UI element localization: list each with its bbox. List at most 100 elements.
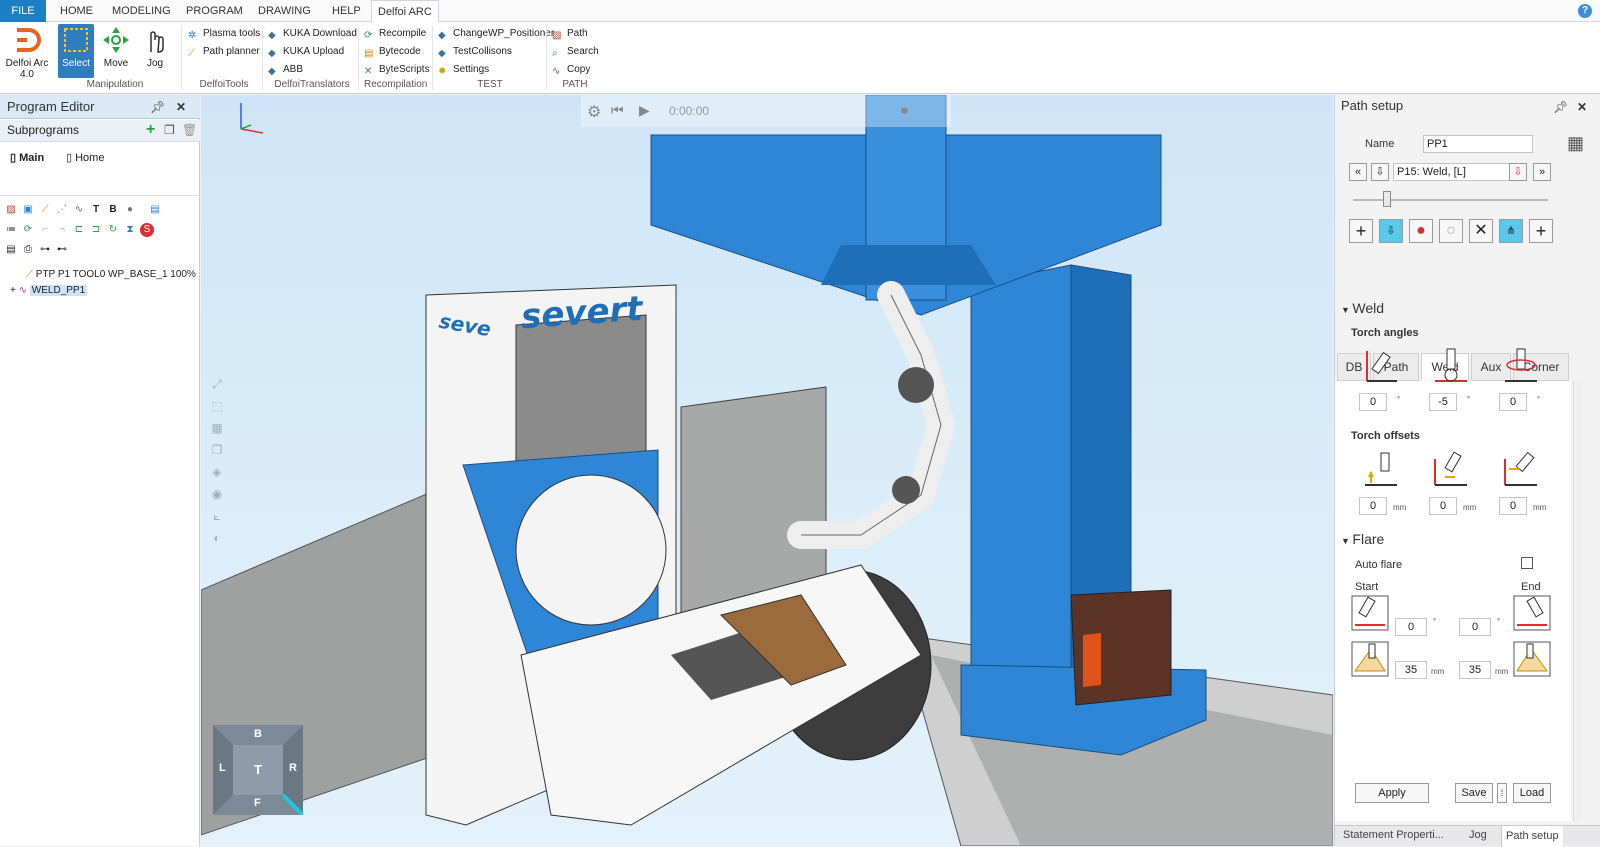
menu-file[interactable]: FILE xyxy=(0,0,46,22)
cube-face-left[interactable]: L xyxy=(219,762,226,774)
navigation-cube[interactable]: B L T R F xyxy=(213,725,305,817)
duplicate-icon[interactable]: ❐ xyxy=(164,123,175,137)
tree-item-ptp[interactable]: ⟋ PTP P1 TOOL0 WP_BASE_1 100% xyxy=(26,269,196,280)
torch-prev-button[interactable]: ⇩ xyxy=(1371,163,1389,181)
select-button[interactable]: Select xyxy=(58,24,94,78)
first-point-button[interactable]: « xyxy=(1349,163,1367,181)
view-copy-icon[interactable]: ❐ xyxy=(207,439,227,461)
close-icon[interactable]: ✕ xyxy=(1577,100,1587,114)
kuka-upload-button[interactable]: ◆ KUKA Upload xyxy=(268,44,344,60)
abb-button[interactable]: ◆ ABB xyxy=(268,62,303,78)
load-button[interactable]: Load xyxy=(1513,783,1551,803)
else-icon[interactable]: ⊐ xyxy=(89,223,103,237)
axis-icon[interactable]: ⟀ xyxy=(207,505,227,527)
tab-path-setup[interactable]: Path setup xyxy=(1501,826,1563,847)
cube-face-bottom[interactable]: F xyxy=(254,797,261,809)
torch-angle-2-field[interactable]: -5 xyxy=(1429,393,1457,411)
path-planner-button[interactable]: ⟋ Path planner xyxy=(188,44,260,60)
flare-start-length-field[interactable]: 35 xyxy=(1395,661,1427,679)
save-options-button[interactable]: ⁞ xyxy=(1497,783,1507,803)
play-icon[interactable]: ▶ xyxy=(639,102,650,119)
close-icon[interactable]: ✕ xyxy=(176,100,186,114)
zoom-window-icon[interactable]: ⬚ xyxy=(207,395,227,417)
pin-icon[interactable]: 📌︎ xyxy=(150,100,165,114)
set-tool-icon[interactable]: T xyxy=(89,203,103,217)
io-icon[interactable]: ⊶ xyxy=(38,243,52,257)
menu-home[interactable]: HOME xyxy=(54,0,99,22)
branch2-icon[interactable]: ¬ xyxy=(55,223,69,237)
color-icon[interactable]: ◐ xyxy=(207,527,227,549)
subprogram-home[interactable]: ▯ Home xyxy=(66,151,104,164)
last-point-button[interactable]: » xyxy=(1533,163,1551,181)
save-button[interactable]: Save xyxy=(1455,783,1493,803)
pin-icon[interactable]: 📌︎ xyxy=(1553,100,1568,114)
settings-icon[interactable]: ⚙ xyxy=(587,102,601,122)
panel-scrollbar[interactable] xyxy=(1573,381,1583,821)
tab-statement-properties[interactable]: Statement Properti... xyxy=(1343,829,1444,841)
torch-toggle-button[interactable]: ⇩ xyxy=(1379,219,1403,243)
record-button[interactable]: ● xyxy=(1409,219,1433,243)
render-icon[interactable]: ◉ xyxy=(207,483,227,505)
branch-icon[interactable]: ⌐ xyxy=(38,223,52,237)
tab-jog[interactable]: Jog xyxy=(1469,829,1487,841)
list-icon[interactable]: ≔ xyxy=(4,223,18,237)
subprogram-main[interactable]: ▯ Main xyxy=(10,151,44,164)
zoom-fit-icon[interactable]: ⤢ xyxy=(207,373,227,395)
lin-icon[interactable]: ⋰ xyxy=(55,203,69,217)
menu-drawing[interactable]: DRAWING xyxy=(252,0,317,22)
repeat-icon[interactable]: ↻ xyxy=(106,223,120,237)
kuka-download-button[interactable]: ◆ KUKA Download xyxy=(268,26,357,42)
recompile-button[interactable]: ⟳ Recompile xyxy=(364,26,426,42)
changewp-positioner-button[interactable]: ◆ ChangeWP_Positioner xyxy=(438,26,554,42)
flare-start-angle-field[interactable]: 0 xyxy=(1395,618,1427,636)
rewind-icon[interactable]: ⏮ xyxy=(611,102,624,119)
loop-icon[interactable]: ⟳ xyxy=(21,223,35,237)
circle-button[interactable]: ○ xyxy=(1439,219,1463,243)
weld-icon[interactable]: ∿ xyxy=(72,203,86,217)
search-button[interactable]: ⌕ Search xyxy=(552,44,599,60)
settings-button[interactable]: ✹ Settings xyxy=(438,62,489,78)
wait-icon[interactable]: ⧗ xyxy=(123,223,137,237)
stop-icon[interactable]: S xyxy=(140,223,154,237)
table-icon[interactable]: ▦ xyxy=(1567,133,1584,154)
path-button[interactable]: ▨ Path xyxy=(552,26,588,42)
insert-point-button[interactable]: + xyxy=(1529,219,1553,243)
move-button[interactable]: Move xyxy=(100,24,132,69)
3d-viewport[interactable]: severt seve ⚙ ⏮ ▶ 0:00:00 ⏺ ⤢ ⬚ ▦ ❐ ◈ ◉ … xyxy=(201,95,1333,846)
subprogram-icon[interactable]: ▤ xyxy=(148,203,162,217)
circle-icon[interactable]: ● xyxy=(123,203,137,217)
help-icon[interactable]: ? xyxy=(1578,4,1592,18)
torch-next-button[interactable]: ⇩ xyxy=(1509,163,1527,181)
bytecode-button[interactable]: ▤ Bytecode xyxy=(364,44,421,60)
plasma-tools-button[interactable]: ✲ Plasma tools xyxy=(188,26,260,42)
auto-flare-checkbox[interactable] xyxy=(1521,557,1533,569)
expand-icon[interactable]: + xyxy=(10,285,19,296)
signal-icon[interactable]: ⊷ xyxy=(55,243,69,257)
menu-delfoi-arc[interactable]: Delfoi ARC xyxy=(371,0,439,23)
jog-button[interactable]: Jog xyxy=(140,24,170,69)
weld-section-header[interactable]: ▼ Weld xyxy=(1341,300,1384,316)
ptp-icon[interactable]: ⟋ xyxy=(38,203,52,217)
name-field[interactable]: PP1 xyxy=(1423,135,1533,153)
point-select[interactable]: P15: Weld, [L]▼ xyxy=(1393,163,1527,181)
frame-icon[interactable]: ▣ xyxy=(21,203,35,217)
print-icon[interactable]: ⎙ xyxy=(21,243,35,257)
apply-button[interactable]: Apply xyxy=(1355,783,1429,803)
menu-program[interactable]: PROGRAM xyxy=(180,0,249,22)
cube-face-top[interactable]: B xyxy=(254,728,262,740)
testcollisons-button[interactable]: ◆ TestCollisons xyxy=(438,44,512,60)
point-slider-handle[interactable] xyxy=(1383,191,1391,207)
flare-end-length-field[interactable]: 35 xyxy=(1459,661,1491,679)
torch-angle-1-field[interactable]: 0 xyxy=(1359,393,1387,411)
view-layout-icon[interactable]: ▦ xyxy=(207,417,227,439)
weld-mode-button[interactable]: ⋔ xyxy=(1499,219,1523,243)
delete-point-button[interactable]: ✕ xyxy=(1469,219,1493,243)
torch-angle-3-field[interactable]: 0 xyxy=(1499,393,1527,411)
cube-face-center[interactable]: T xyxy=(254,762,262,777)
flare-end-angle-field[interactable]: 0 xyxy=(1459,618,1491,636)
torch-offset-2-field[interactable]: 0 xyxy=(1429,497,1457,515)
comment-icon[interactable]: ▤ xyxy=(4,243,18,257)
add-point-button[interactable]: + xyxy=(1349,219,1373,243)
cube-face-right[interactable]: R xyxy=(289,762,297,774)
set-base-icon[interactable]: B xyxy=(106,203,120,217)
